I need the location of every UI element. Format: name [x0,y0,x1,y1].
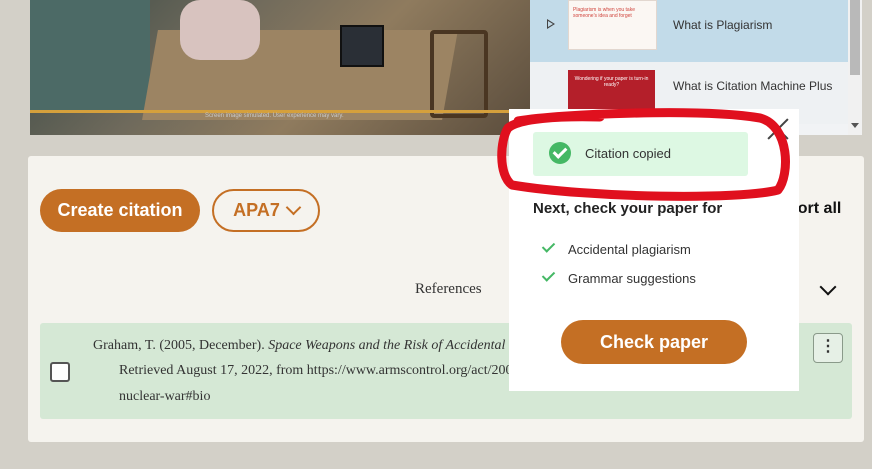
citation-options-menu-icon[interactable]: ⋮ [813,333,843,363]
playlist-thumbnail: Plagiarism is when you take someone's id… [568,0,657,50]
citation-line-3: nuclear-war#bio [119,389,211,404]
citation-checkbox[interactable] [50,362,70,382]
playlist-item-title: What is Citation Machine Plus [673,79,833,93]
create-citation-button[interactable]: Create citation [40,189,200,232]
thumbnail-text: Plagiarism is when you take someone's id… [573,7,635,19]
video-scene-wall [30,0,150,110]
citation-line-2: Retrieved August 17, 2022, from https://… [119,363,513,378]
references-label: References [415,281,482,297]
popover-heading: Next, check your paper for [533,200,723,217]
video-player[interactable]: Screen image simulated. User experience … [30,0,530,135]
playlist-scroll-thumb[interactable] [850,0,860,75]
check-item-grammar: Grammar suggestions [541,268,696,286]
citation-title: Space Weapons and the Risk of Accidental [268,338,506,353]
check-item-label: Grammar suggestions [568,271,696,286]
check-paper-button[interactable]: Check paper [561,320,747,364]
scroll-down-arrow-icon[interactable] [851,123,859,128]
chevron-down-icon [285,199,302,216]
playlist-item-title: What is Plagiarism [673,18,773,32]
video-scene-chair [430,30,488,118]
close-icon[interactable] [764,115,792,143]
citation-line-1: Graham, T. (2005, December). Space Weapo… [93,338,505,354]
check-item-plagiarism: Accidental plagiarism [541,239,691,257]
toast-message: Citation copied [585,146,671,161]
check-item-label: Accidental plagiarism [568,242,691,257]
check-circle-icon [549,142,571,164]
play-icon [547,19,555,29]
citation-style-label: APA7 [233,200,280,220]
video-disclaimer: Screen image simulated. User experience … [205,113,344,119]
video-scene-person [180,0,260,60]
playlist-item-plagiarism[interactable]: Plagiarism is when you take someone's id… [530,0,848,62]
thumbnail-text: Wondering if your paper is turn-in ready… [574,76,649,88]
citation-style-dropdown[interactable]: APA7 [212,189,320,232]
citation-author-date: Graham, T. (2005, December). [93,338,269,353]
video-scene-laptop [340,25,384,67]
